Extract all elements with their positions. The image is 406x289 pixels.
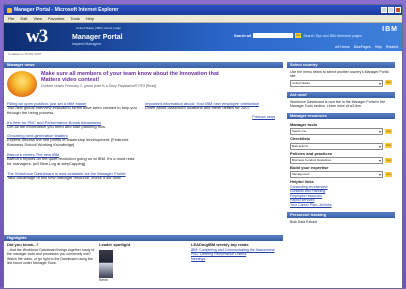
banner-tabs: w3 Home BluePages Help Related — [335, 45, 398, 49]
tab-related[interactable]: Related — [386, 45, 398, 49]
checklists-go-button[interactable]: Go — [385, 143, 392, 149]
select-country-box: Select country Use the menu below to sel… — [287, 62, 395, 89]
menu-favorites[interactable]: Favorites — [48, 16, 64, 21]
tab-bluepages[interactable]: BluePages — [354, 45, 371, 49]
helpful-links: Conducting an Interview Contacts and Pla… — [290, 185, 392, 208]
country-go-button[interactable]: Go — [385, 80, 392, 86]
did-you-know: Did you know...? ...that the Workforce D… — [7, 242, 95, 282]
window-titlebar: Manager Portal - Microsoft Internet Expl… — [4, 5, 402, 15]
menu-edit[interactable]: Edit — [20, 16, 27, 21]
news-item-desc: Experts discuss the fine points of leade… — [7, 137, 129, 148]
menu-view[interactable]: View — [33, 16, 42, 21]
leadership-link[interactable]: Meetings — [191, 257, 205, 261]
news-item: Barron's covers The new IBM Barron's rep… — [7, 152, 137, 167]
portal-banner: United States | IBM | Home | Help w3 Man… — [4, 23, 402, 51]
feature-story: Make sure all members of your team know … — [7, 71, 280, 97]
helpful-link[interactable]: Your Career Plan - All links — [290, 203, 392, 208]
highlights-section: Highlights Did you know...? ...that the … — [4, 235, 283, 284]
manager-news: Make sure all members of your team know … — [4, 68, 283, 184]
w3-logo[interactable]: w3 — [26, 26, 48, 48]
leadership-link[interactable]: IBM: Completing and Communicating the As… — [191, 248, 275, 252]
news-item-desc: Take advantage of this new manager resou… — [7, 174, 122, 180]
act-now-text: Workforce Dashboard is now live in the M… — [290, 99, 386, 108]
leader-spotlight-title: Leader spotlight — [99, 242, 131, 247]
expertise-select[interactable]: Management — [290, 171, 383, 179]
expertise-go-button[interactable]: Go — [385, 171, 392, 177]
main-content: Manager news Make sure all members of yo… — [4, 62, 283, 282]
portal-tagline: Inspired Managers — [72, 42, 101, 46]
news-item: The Workforce Dashboard is now available… — [7, 171, 137, 181]
menu-tools[interactable]: Tools — [70, 16, 79, 21]
news-item: Grooming next-generation leaders Experts… — [7, 133, 137, 148]
search-area: Search w3 Go Search Tips and IBM Welcome… — [234, 33, 362, 38]
tab-w3-home[interactable]: w3 Home — [335, 45, 350, 49]
policies-select[interactable]: Business Conduct Guidelines — [290, 157, 383, 165]
leader-spotlight: Leader spotlight Kevin — [99, 242, 187, 282]
news-item-desc: Learn about classroom locations and trav… — [145, 105, 251, 110]
manager-resources-box: Manager resources Manager tools Select o… — [287, 113, 395, 209]
portal-title: Manager Portal — [72, 34, 123, 41]
act-now-box: Act now! Workforce Dashboard is now live… — [287, 91, 395, 111]
policies-go-button[interactable]: Go — [385, 157, 392, 163]
news-item-desc: Two new global interview evaluation form… — [7, 105, 137, 115]
leadership-link[interactable]: PBC: Defining Performance Criteria — [191, 252, 246, 256]
search-option[interactable]: Search Tips and IBM Welcome pages — [303, 34, 362, 38]
feature-subtitle: Contest closes February 2, grand prize i… — [41, 84, 157, 88]
close-button[interactable] — [395, 7, 401, 13]
news-right-column: Important information about: Your IBM ne… — [145, 101, 275, 184]
news-item: It's time for PBC and Performance Bonus … — [7, 120, 137, 130]
personnel-tracking-text[interactable]: Bulk Data Extract — [287, 218, 395, 226]
tools-go-button[interactable]: Go — [385, 128, 392, 134]
manager-tools-select[interactable]: Select one... — [290, 128, 383, 136]
feature-title[interactable]: Make sure all members of your team know … — [41, 71, 231, 83]
search-go-button[interactable]: Go — [295, 33, 302, 38]
leader-photo[interactable] — [99, 249, 113, 278]
ie-icon — [7, 7, 12, 13]
news-left-column: Filling an open position: just set a lit… — [7, 101, 137, 184]
search-label: Search w3 — [234, 33, 252, 38]
previous-news-link[interactable]: Previous news — [145, 115, 275, 119]
did-you-know-text: ...that the Workforce Dashboard brings t… — [7, 247, 95, 266]
news-item: Important information about: Your IBM ne… — [145, 101, 275, 111]
menu-bar: File Edit View Favorites Tools Help — [4, 15, 402, 23]
lightbulb-image — [7, 71, 37, 97]
right-sidebar: Select country Use the menu below to sel… — [287, 62, 395, 229]
checklists-select[interactable]: Bulk actions — [290, 142, 383, 150]
news-item-desc: Barron's reports on the quiet revolution… — [7, 155, 135, 166]
tab-help[interactable]: Help — [375, 45, 382, 49]
window-title: Manager Portal - Microsoft Internet Expl… — [14, 7, 119, 13]
personnel-tracking-box: Personnel tracking Bulk Data Extract — [287, 212, 395, 226]
search-input[interactable] — [253, 33, 294, 38]
minimize-button[interactable] — [381, 7, 387, 13]
breadcrumb: Updated on 16 Mar 2007 — [8, 52, 42, 56]
news-item: Filling an open position: just set a lit… — [7, 101, 137, 116]
country-select[interactable]: United States — [290, 79, 383, 87]
news-item-desc: Get all the information you need and sta… — [7, 123, 106, 129]
menu-help[interactable]: Help — [86, 16, 94, 21]
ibm-logo: IBM — [382, 26, 398, 33]
menu-file[interactable]: File — [8, 16, 14, 21]
maximize-button[interactable] — [388, 7, 394, 13]
leadership-reads: LEADingIBM weekly top reads IBM: Complet… — [191, 242, 279, 282]
top-links[interactable]: United States | IBM | Home | Help — [76, 26, 121, 30]
leader-caption: Kevin — [99, 277, 108, 282]
select-country-text: Use the menu below to select another cou… — [290, 70, 389, 79]
